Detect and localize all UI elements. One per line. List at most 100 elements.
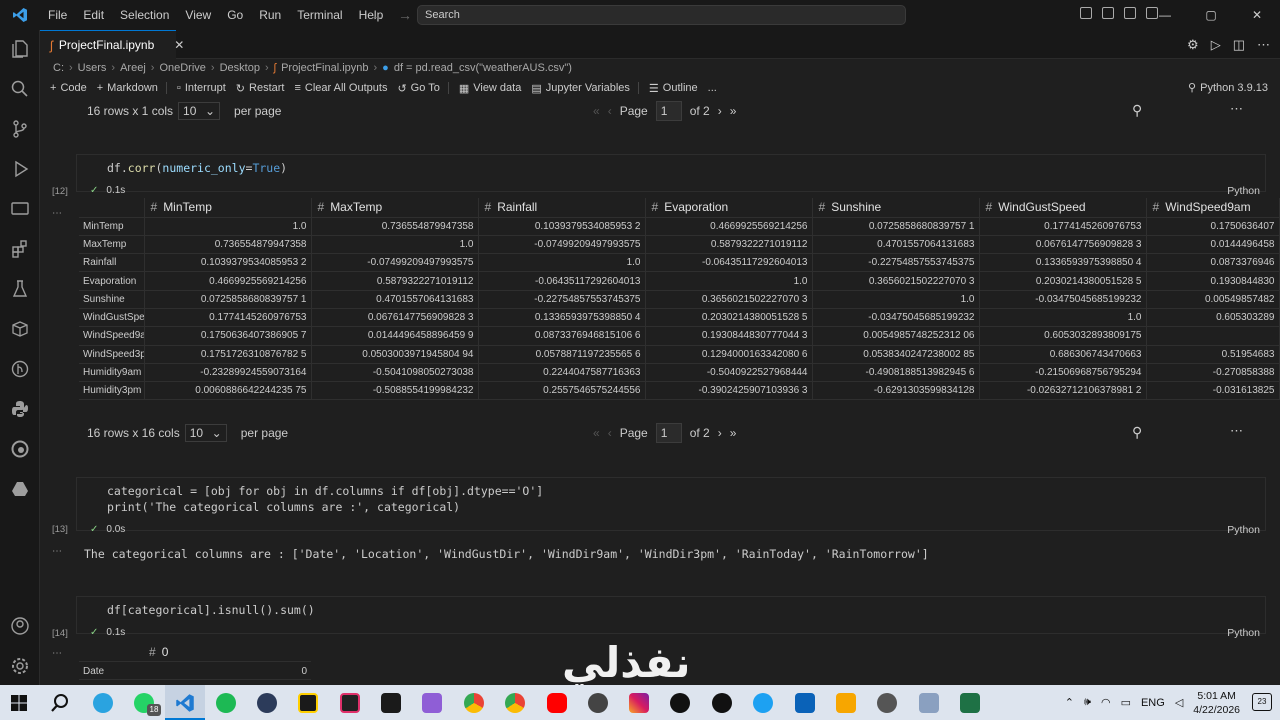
col-header[interactable]: # WindGustSpeed	[979, 198, 1147, 218]
spotify-icon[interactable]	[216, 693, 236, 713]
visual-studio-icon[interactable]	[422, 693, 442, 713]
camera-app-icon[interactable]	[877, 693, 897, 713]
clear-outputs-button[interactable]: ≡ Clear All Outputs	[294, 82, 387, 94]
output-more-icon[interactable]: ⋯	[52, 648, 62, 659]
explorer-icon[interactable]	[9, 38, 31, 60]
threads-icon[interactable]	[712, 693, 732, 713]
battery-icon[interactable]: ▭	[1121, 696, 1131, 709]
cell-14-code[interactable]: df[categorical].isnull().sum()	[77, 597, 1265, 618]
maximize-icon[interactable]: ▢	[1188, 0, 1234, 30]
add-code-button[interactable]: + Code	[50, 82, 87, 94]
view-data-button[interactable]: ▦ View data	[459, 82, 522, 95]
chrome-profile-icon[interactable]	[505, 693, 525, 713]
search-icon[interactable]	[9, 78, 31, 100]
col-header[interactable]: # Sunshine	[812, 198, 980, 218]
prev-page-icon[interactable]: ‹	[608, 104, 612, 118]
menu-terminal[interactable]: Terminal	[289, 0, 350, 30]
telegram-icon[interactable]	[93, 693, 113, 713]
toggle-sidebar-icon[interactable]	[1102, 7, 1114, 19]
close-tab-icon[interactable]: ✕	[174, 38, 184, 52]
cell-language-12[interactable]: Python	[1227, 185, 1260, 197]
goto-button[interactable]: ↺ Go To	[397, 82, 439, 95]
menu-run[interactable]: Run	[251, 0, 289, 30]
breadcrumb-user[interactable]: Areej	[120, 59, 146, 78]
browser-app-icon[interactable]	[257, 693, 277, 713]
speaker-icon[interactable]: ◁	[1175, 696, 1183, 709]
pycharm-icon[interactable]	[298, 693, 318, 713]
more-table-options-icon[interactable]: ⋯	[1230, 423, 1243, 439]
language-indicator[interactable]: ENG	[1141, 697, 1165, 709]
restart-button[interactable]: ↻ Restart	[236, 82, 285, 95]
code-cell-14[interactable]: df[categorical].isnull().sum()	[76, 596, 1266, 634]
tiktok-icon[interactable]	[670, 693, 690, 713]
more-toolbar-button[interactable]: ...	[708, 82, 717, 94]
split-editor-icon[interactable]: ◫	[1233, 37, 1245, 53]
settings-gear-icon[interactable]: ⚙	[1187, 37, 1199, 53]
python-icon[interactable]	[9, 398, 31, 420]
output-more-icon[interactable]: ⋯	[52, 546, 62, 557]
drive-icon[interactable]	[9, 478, 31, 500]
search-table-icon[interactable]: ⚲	[1132, 102, 1142, 119]
edge-browser-icon[interactable]	[9, 438, 31, 460]
windows-start-icon[interactable]	[11, 695, 27, 714]
remote-explorer-icon[interactable]	[9, 198, 31, 220]
per-page-select[interactable]: 10 ⌄	[184, 424, 227, 442]
containers-icon[interactable]	[9, 318, 31, 340]
jupyter-variables-button[interactable]: ▤ Jupyter Variables	[531, 82, 630, 95]
page-input[interactable]: 1	[655, 423, 682, 443]
jetbrains-icon[interactable]	[340, 693, 360, 713]
photos-icon[interactable]	[919, 693, 939, 713]
breadcrumb-desktop[interactable]: Desktop	[220, 59, 260, 78]
clock[interactable]: 5:01 AM 4/22/2026	[1193, 689, 1240, 717]
close-window-icon[interactable]: ✕	[1234, 0, 1280, 30]
tray-overflow-icon[interactable]: ⌃	[1065, 696, 1074, 709]
manage-gear-icon[interactable]	[9, 655, 31, 677]
page-input[interactable]: 1	[655, 101, 682, 121]
app-five-icon[interactable]	[836, 693, 856, 713]
toggle-panel-icon[interactable]	[1124, 7, 1136, 19]
cell-language-13[interactable]: Python	[1227, 524, 1260, 536]
next-page-icon[interactable]: ›	[718, 426, 722, 440]
capcut-icon[interactable]	[381, 693, 401, 713]
col-header[interactable]: #0	[149, 645, 168, 659]
breadcrumb-onedrive[interactable]: OneDrive	[159, 59, 205, 78]
source-control-icon[interactable]	[9, 118, 31, 140]
volume-icon[interactable]: 🕪	[1084, 696, 1091, 709]
chatgpt-icon[interactable]	[588, 693, 608, 713]
per-page-select[interactable]: 10 ⌄	[178, 102, 221, 120]
interrupt-button[interactable]: ▫ Interrupt	[177, 82, 226, 94]
prev-page-icon[interactable]: ‹	[608, 426, 612, 440]
more-actions-icon[interactable]: ⋯	[1257, 37, 1270, 53]
forward-arrow-icon[interactable]: →	[398, 7, 412, 23]
run-debug-icon[interactable]	[9, 158, 31, 180]
notification-center-icon[interactable]: 23	[1252, 693, 1272, 711]
command-search-box[interactable]: Search	[417, 5, 906, 25]
first-page-icon[interactable]: «	[593, 426, 600, 440]
breadcrumb-cell[interactable]: df = pd.read_csv("weatherAUS.csv")	[394, 59, 572, 78]
wifi-icon[interactable]: ◠	[1101, 696, 1111, 709]
git-history-icon[interactable]	[9, 358, 31, 380]
col-header[interactable]: # MaxTemp	[311, 198, 479, 218]
col-header[interactable]: # Rainfall	[478, 198, 646, 218]
last-page-icon[interactable]: »	[730, 426, 737, 440]
excel-icon[interactable]	[960, 693, 980, 713]
cell-12-code[interactable]: df.corr(numeric_only=True)	[77, 155, 1265, 176]
breadcrumb-drive[interactable]: C:	[53, 59, 64, 78]
chrome-icon[interactable]	[464, 693, 484, 713]
accounts-icon[interactable]	[9, 615, 31, 637]
cell-13-code[interactable]: categorical = [obj for obj in df.columns…	[77, 478, 1265, 515]
instagram-icon[interactable]	[629, 693, 649, 713]
col-header[interactable]: # WindSpeed9am	[1146, 198, 1280, 218]
menu-view[interactable]: View	[177, 0, 219, 30]
menu-file[interactable]: File	[40, 0, 75, 30]
testing-icon[interactable]	[9, 278, 31, 300]
col-header[interactable]: # Evaporation	[645, 198, 813, 218]
youtube-icon[interactable]	[547, 693, 567, 713]
menu-go[interactable]: Go	[219, 0, 251, 30]
back-arrow-icon[interactable]: ←	[370, 7, 384, 23]
kernel-picker[interactable]: ⚲ Python 3.9.13	[1188, 81, 1268, 95]
tab-projectfinal[interactable]: ʃ ProjectFinal.ipynb ✕	[40, 30, 184, 59]
minimize-icon[interactable]: —	[1142, 0, 1188, 30]
breadcrumb-file[interactable]: ProjectFinal.ipynb	[281, 59, 368, 78]
breadcrumb-users[interactable]: Users	[78, 59, 107, 78]
